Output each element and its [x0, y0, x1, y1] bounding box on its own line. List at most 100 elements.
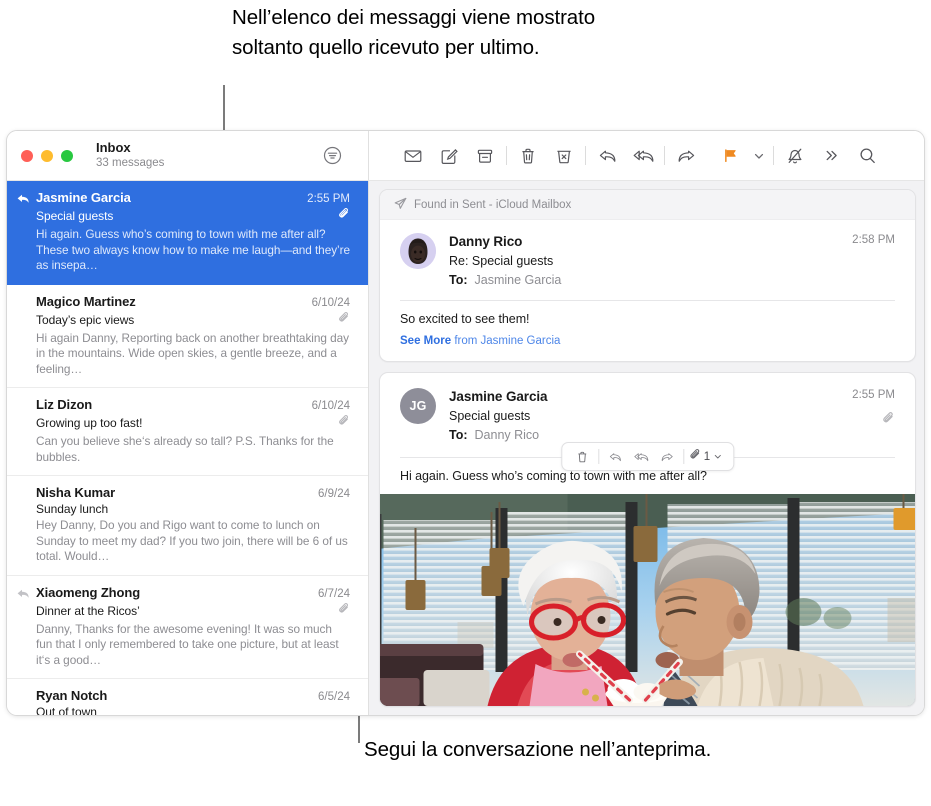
preview-message-card[interactable]: Found in Sent - iCloud Mailbox Danny Ric… [379, 189, 916, 363]
paperclip-icon [338, 414, 350, 432]
message-subject: Growing up too fast! [36, 416, 143, 430]
message-date: 6/5/24 [318, 691, 350, 703]
compose-button[interactable] [431, 142, 467, 170]
delete-button[interactable] [510, 142, 546, 170]
to-value: Danny Rico [474, 427, 540, 442]
titlebar-toolbar [369, 131, 924, 180]
message-snippet: Hey Danny, Do you and Rigo want to come … [36, 518, 348, 563]
mailbox-message-count: 33 messages [96, 156, 165, 169]
paperclip-icon [882, 410, 895, 431]
more-toolbar-button[interactable] [813, 142, 849, 170]
header-divider: 1 [400, 442, 895, 472]
window-traffic-lights[interactable] [21, 149, 73, 162]
attachment-count: 1 [703, 450, 711, 463]
message-delete-button[interactable] [569, 444, 595, 470]
reply-all-button[interactable] [625, 142, 661, 170]
conversation-preview-pane[interactable]: Found in Sent - iCloud Mailbox Danny Ric… [369, 181, 924, 715]
message-hover-toolbar[interactable]: 1 [560, 442, 735, 472]
avatar [400, 233, 436, 269]
see-more-link[interactable]: See More from Jasmine Garcia [380, 326, 915, 361]
header-divider [400, 300, 895, 302]
message-subject: Today’s epic views [36, 312, 135, 327]
forward-button[interactable] [668, 142, 704, 170]
message-sender: Liz Dizon [36, 397, 93, 412]
message-subject: Out of town [36, 705, 97, 716]
search-button[interactable] [849, 142, 885, 170]
mail-window: Inbox 33 messages Jasmine Garcia 2:55 PM… [6, 130, 925, 716]
archive-button[interactable] [467, 142, 503, 170]
window-titlebar: Inbox 33 messages [7, 131, 924, 181]
message-attachments-button[interactable]: 1 [687, 448, 726, 466]
mute-button[interactable] [777, 142, 813, 170]
message-list[interactable]: Jasmine Garcia 2:55 PM Special guests Hi… [7, 181, 369, 716]
found-in-banner: Found in Sent - iCloud Mailbox [380, 190, 915, 220]
preview-subject: Special guests [449, 409, 531, 424]
message-list-item[interactable]: Magico Martinez 6/10/24 Today’s epic vie… [7, 285, 368, 388]
paperclip-icon [338, 207, 350, 225]
toolbar-separator [773, 146, 774, 165]
message-list-item[interactable]: Jasmine Garcia 2:55 PM Special guests Hi… [7, 181, 368, 285]
preview-sender-name: Danny Rico [449, 234, 523, 249]
titlebar-mailbox-section: Inbox 33 messages [7, 131, 369, 180]
replied-arrow-icon [17, 192, 29, 210]
message-date: 6/9/24 [318, 488, 350, 500]
mailbox-title: Inbox [96, 140, 131, 156]
reply-button[interactable] [589, 142, 625, 170]
message-reply-all-button[interactable] [628, 444, 654, 470]
toolbar-separator [664, 146, 665, 165]
message-date: 2:55 PM [307, 193, 350, 205]
filter-icon[interactable] [314, 142, 350, 170]
flag-options-button[interactable] [748, 142, 770, 170]
see-more-from: from Jasmine Garcia [454, 335, 561, 348]
paperclip-icon [689, 448, 701, 466]
preview-recipient-row: To: Danny Rico [449, 427, 852, 444]
message-snippet: Can you believe she‘s already so tall? P… [36, 434, 334, 464]
preview-subject: Re: Special guests [449, 253, 554, 268]
message-date: 6/10/24 [311, 296, 350, 309]
message-list-item[interactable]: Xiaomeng Zhong 6/7/24 Dinner at the Rico… [7, 576, 368, 679]
message-sender: Xiaomeng Zhong [36, 584, 141, 600]
message-list-item[interactable]: Liz Dizon 6/10/24 Growing up too fast! C… [7, 388, 368, 476]
message-snippet: Hi again. Guess who’s coming to town wit… [36, 227, 351, 272]
message-reply-button[interactable] [602, 444, 628, 470]
mark-unread-button[interactable] [395, 142, 431, 170]
maximize-window-button[interactable] [61, 149, 73, 162]
preview-message-time: 2:55 PM [852, 389, 895, 402]
junk-button[interactable] [546, 142, 582, 170]
replied-arrow-icon [17, 587, 29, 605]
to-label: To: [449, 272, 468, 287]
close-window-button[interactable] [21, 149, 33, 162]
message-date: 6/7/24 [318, 587, 350, 600]
message-subject: Special guests [36, 209, 114, 223]
message-sender: Jasmine Garcia [36, 190, 131, 205]
message-sender: Nisha Kumar [36, 485, 116, 500]
message-sender: Magico Martinez [36, 293, 136, 309]
preview-recipient-row: To: Jasmine Garcia [449, 272, 895, 289]
avatar-initials: JG [409, 399, 427, 414]
callout-message-list-text: Nell’elenco dei messaggi viene mostrato … [232, 6, 596, 59]
window-body: Jasmine Garcia 2:55 PM Special guests Hi… [7, 181, 924, 716]
screenshot-root: Nell’elenco dei messaggi viene mostrato … [0, 0, 931, 806]
flag-button[interactable] [712, 142, 748, 170]
message-list-item[interactable]: Ryan Notch 6/5/24 Out of town Howdy, nei… [7, 679, 368, 716]
preview-header-fields: Danny Rico 2:58 PM Re: Special guests To… [449, 233, 895, 288]
avatar: JG [400, 388, 436, 425]
toolbar-separator [585, 146, 586, 165]
preview-message-card[interactable]: JG Jasmine Garcia Special guests To: Dann… [379, 372, 916, 708]
toolbar-separator [506, 146, 507, 165]
message-list-item[interactable]: Nisha Kumar 6/9/24 Sunday lunch Hey Dann… [7, 476, 368, 576]
paper-plane-icon [394, 197, 407, 213]
message-sender: Ryan Notch [36, 688, 108, 703]
hover-toolbar-separator [597, 449, 599, 465]
message-date: 6/10/24 [311, 400, 350, 412]
minimize-window-button[interactable] [41, 149, 53, 162]
message-snippet: Hi again Danny, Reporting back on anothe… [36, 330, 349, 376]
message-forward-button[interactable] [654, 444, 680, 470]
paperclip-icon [338, 311, 350, 329]
preview-message-header: Danny Rico 2:58 PM Re: Special guests To… [380, 220, 915, 288]
preview-header-fields: Jasmine Garcia Special guests To: Danny R… [449, 388, 895, 443]
message-attachment-photo[interactable] [380, 494, 915, 707]
mailbox-header: Inbox 33 messages [96, 141, 164, 169]
preview-sender-name: Jasmine Garcia [449, 389, 548, 405]
found-in-text: Found in Sent - iCloud Mailbox [414, 199, 572, 211]
